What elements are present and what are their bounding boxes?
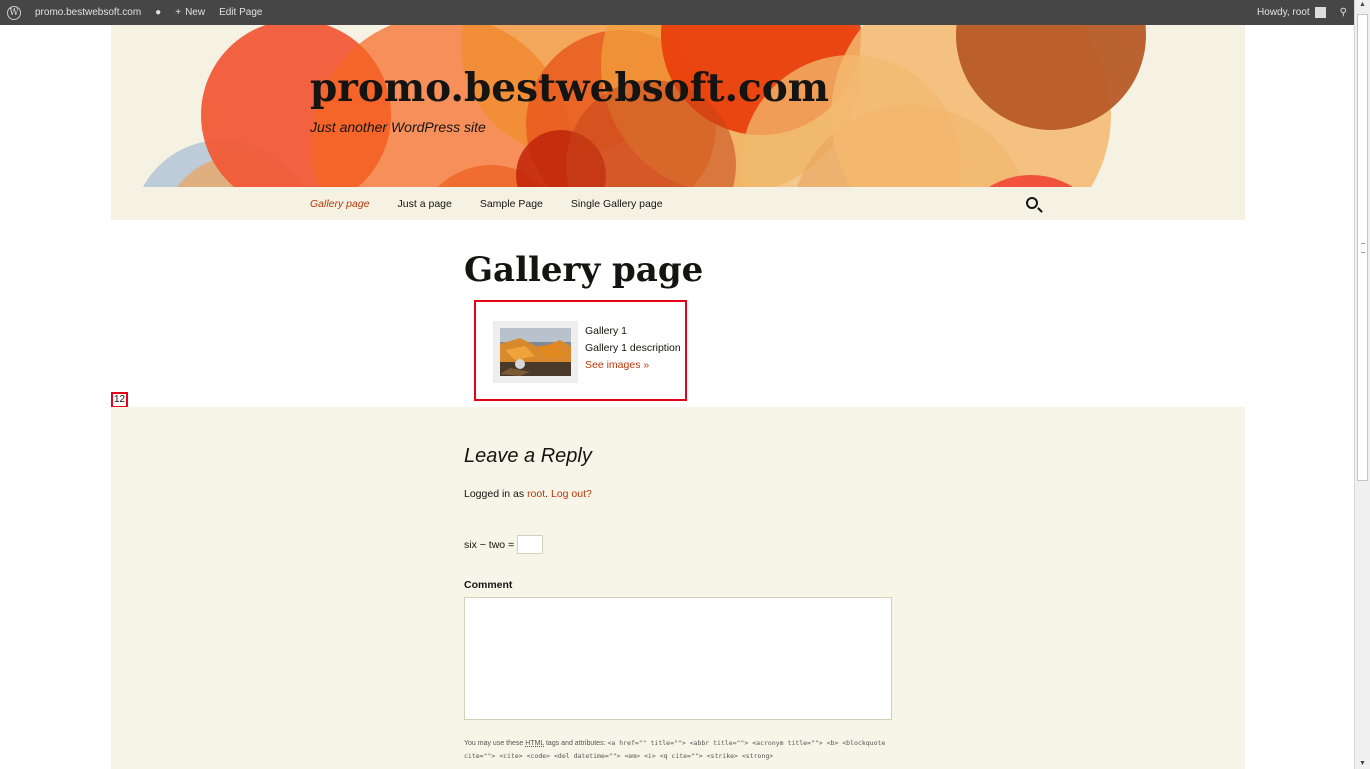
edit-page-link[interactable]: Edit Page <box>212 0 269 25</box>
grip-icon <box>1361 243 1365 253</box>
nav-item-sample-page[interactable]: Sample Page <box>480 198 543 210</box>
howdy-label: Howdy, root <box>1257 7 1310 18</box>
comment-bubble-icon: ● <box>155 7 162 18</box>
admin-bar: W promo.bestwebsoft.com ● + New Edit Pag… <box>0 0 1354 25</box>
gallery-item: Gallery 1 Gallery 1 description See imag… <box>474 300 687 401</box>
scrollbar-thumb[interactable] <box>1357 14 1368 481</box>
page-title: Gallery page <box>464 250 704 290</box>
logged-in-as: Logged in as root. Log out? <box>464 488 592 500</box>
nav-item-just-a-page[interactable]: Just a page <box>398 198 452 210</box>
allowed-prefix: You may use these <box>464 740 526 747</box>
avatar <box>1314 7 1326 18</box>
gallery-thumbnail-image[interactable] <box>500 328 571 376</box>
comments-area: Leave a Reply Logged in as root. Log out… <box>111 407 1245 769</box>
captcha-input[interactable] <box>517 535 544 554</box>
plus-icon: + <box>175 7 182 18</box>
comment-textarea[interactable] <box>464 597 892 720</box>
nav-item-gallery-page[interactable]: Gallery page <box>310 198 370 210</box>
user-link[interactable]: root <box>527 488 545 500</box>
adminbar-search-button[interactable]: ⚲ <box>1333 0 1354 25</box>
comments-button[interactable]: ● <box>148 0 168 25</box>
site-name-link[interactable]: promo.bestwebsoft.com <box>28 0 148 25</box>
captcha-question: six − two = <box>464 538 515 551</box>
scroll-down-icon[interactable]: ▼ <box>1357 759 1368 769</box>
new-content-button[interactable]: + New <box>168 0 212 25</box>
wordpress-logo-button[interactable]: W <box>0 0 28 25</box>
page-counter-badge: 12 <box>111 392 129 408</box>
site-header: promo.bestwebsoft.com Just another WordP… <box>111 25 1245 188</box>
main-navigation: Gallery page Just a page Sample Page Sin… <box>111 188 1245 220</box>
logged-in-prefix: Logged in as <box>464 488 528 500</box>
captcha: six − two = <box>464 535 544 554</box>
site-title[interactable]: promo.bestwebsoft.com <box>310 65 829 111</box>
see-images-link[interactable]: See images » <box>585 357 681 374</box>
site-description: Just another WordPress site <box>310 119 486 135</box>
main-content: Gallery page Gallery 1 Gallery 1 descrip… <box>111 220 1245 407</box>
gallery-name: Gallery 1 <box>585 325 628 337</box>
allowed-suffix: tags and attributes: <box>544 740 608 747</box>
search-icon[interactable] <box>1026 197 1038 209</box>
new-label: New <box>185 7 206 18</box>
scroll-up-icon[interactable]: ▲ <box>1357 0 1368 10</box>
gallery-text: Gallery 1 Gallery 1 description See imag… <box>585 323 681 374</box>
html-abbr: HTML <box>525 740 545 747</box>
account-menu[interactable]: Howdy, root <box>1250 0 1333 25</box>
comment-label: Comment <box>464 579 513 591</box>
search-icon: ⚲ <box>1339 7 1347 18</box>
scrollbar[interactable]: ▲ ▼ <box>1354 0 1370 769</box>
allowed-tags-note: You may use these HTML tags and attribut… <box>464 737 904 763</box>
page: promo.bestwebsoft.com Just another WordP… <box>111 25 1245 769</box>
reply-title: Leave a Reply <box>464 445 592 467</box>
logout-link[interactable]: Log out? <box>551 488 592 500</box>
nav-item-single-gallery-page[interactable]: Single Gallery page <box>571 198 663 210</box>
wordpress-icon: W <box>7 5 21 20</box>
gallery-thumbnail-frame[interactable] <box>493 321 578 383</box>
gallery-description: Gallery 1 description <box>585 342 681 354</box>
